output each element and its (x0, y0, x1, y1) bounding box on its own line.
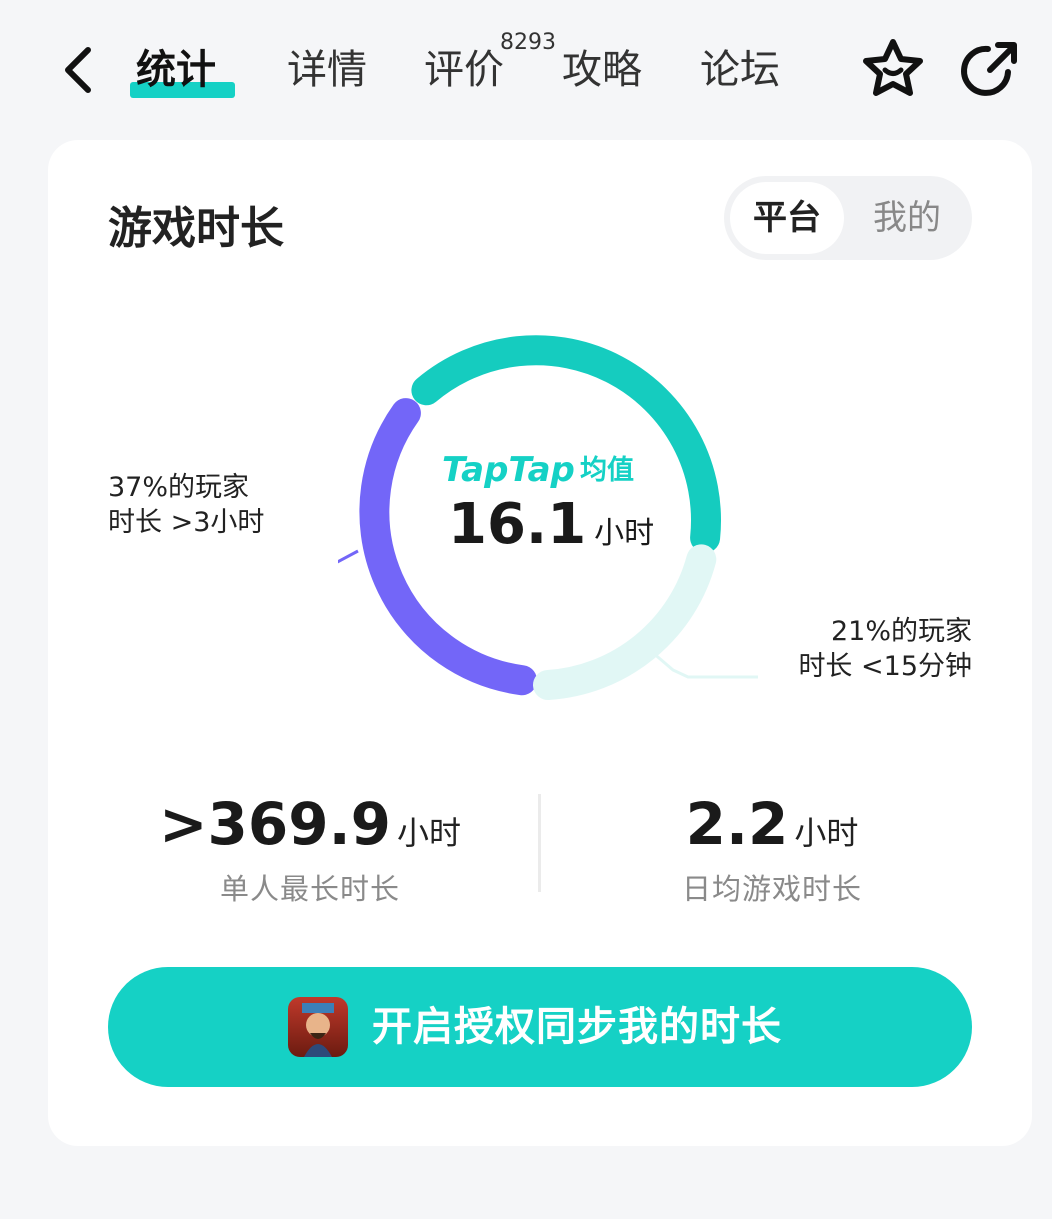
favorite-star-icon[interactable] (860, 36, 926, 102)
sync-playtime-button[interactable]: 开启授权同步我的时长 (108, 967, 972, 1087)
playtime-card: 游戏时长 平台 我的 TapTap 均值 16.1 小时 37%的玩家 时长 >3… (48, 140, 1032, 1146)
back-arrow-icon[interactable] (60, 44, 100, 96)
average-playtime: 16.1 小时 (448, 492, 708, 557)
segment-mine[interactable]: 我的 (850, 182, 964, 254)
game-app-icon (288, 997, 348, 1057)
stat-max-unit: 小时 (397, 814, 462, 852)
share-icon[interactable] (958, 36, 1024, 102)
sync-button-label: 开启授权同步我的时长 (372, 1004, 782, 1050)
stat-max-playtime: >369.9 小时 单人最长时长 (100, 790, 520, 908)
segment-control: 平台 我的 (724, 176, 972, 260)
tab-details[interactable]: 详情 (287, 44, 367, 96)
tab-guides[interactable]: 攻略 (562, 44, 642, 96)
stat-max-value: >369.9 (158, 790, 392, 858)
review-count-badge: 8293 (500, 30, 556, 55)
label-under-15min: 21%的玩家 时长 <15分钟 (798, 616, 972, 682)
tab-forum[interactable]: 论坛 (700, 44, 780, 96)
stat-daily-playtime: 2.2 小时 日均游戏时长 (562, 790, 982, 908)
stat-daily-unit: 小时 (794, 814, 859, 852)
stat-daily-label: 日均游戏时长 (681, 872, 862, 906)
stat-max-label: 单人最长时长 (219, 872, 400, 906)
average-playtime-value: 16.1 (448, 492, 587, 557)
taptap-logo: TapTap 均值 (440, 445, 654, 493)
label-over-3h: 37%的玩家 时长 >3小时 (108, 472, 265, 538)
svg-text:均值: 均值 (580, 455, 634, 486)
donut-segment-under-15min (533, 544, 717, 700)
tab-reviews[interactable]: 评价 (424, 44, 504, 96)
segment-platform[interactable]: 平台 (730, 182, 844, 254)
top-nav: 统计 详情 评价 8293 攻略 论坛 (0, 0, 1052, 130)
tab-stats[interactable]: 统计 (136, 44, 216, 96)
stat-daily-value: 2.2 (685, 790, 789, 858)
card-title: 游戏时长 (108, 203, 284, 254)
svg-text:TapTap: TapTap (442, 450, 575, 490)
average-playtime-unit: 小时 (594, 516, 655, 551)
stats-divider (538, 794, 541, 892)
left-label-connector (338, 549, 359, 564)
